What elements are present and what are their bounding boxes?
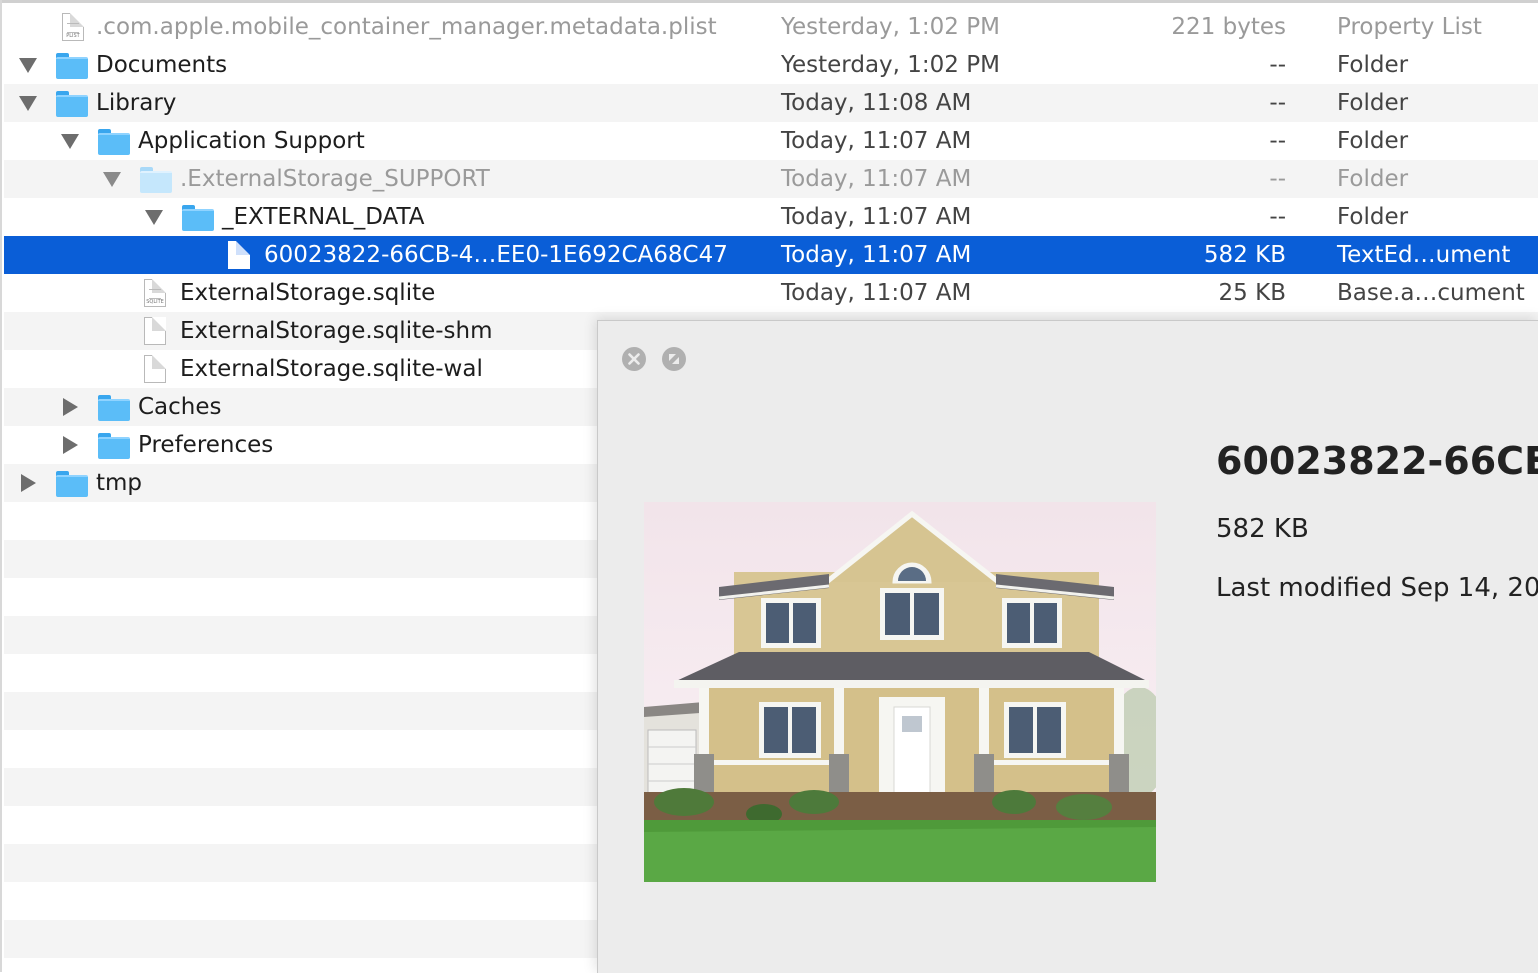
list-row-library[interactable]: Library Today, 11:08 AM -- Folder: [4, 84, 1538, 122]
date-modified: Today, 11:07 AM: [781, 204, 972, 230]
disclosure-triangle-collapsed[interactable]: [60, 388, 80, 426]
quick-look-panel: 60023822-66CE 582 KB Last modified Sep 1…: [597, 320, 1538, 973]
file-kind: Property List: [1337, 14, 1482, 40]
file-name: Library: [96, 90, 177, 116]
folder-icon: [56, 53, 88, 79]
disclosure-triangle-expanded[interactable]: [144, 198, 164, 236]
folder-icon: [98, 129, 130, 155]
date-modified: Today, 11:07 AM: [781, 128, 972, 154]
file-name: .ExternalStorage_SUPPORT: [180, 166, 490, 192]
document-icon: [144, 317, 166, 345]
file-size: --: [1269, 90, 1286, 116]
file-kind: TextEd…ument: [1337, 242, 1511, 268]
file-name: 60023822-66CB-4…EE0-1E692CA68C47: [264, 242, 728, 268]
file-kind: Folder: [1337, 52, 1409, 78]
list-row-selected-file[interactable]: 60023822-66CB-4…EE0-1E692CA68C47 Today, …: [4, 236, 1538, 274]
date-modified: Today, 11:07 AM: [781, 242, 972, 268]
file-name: _EXTERNAL_DATA: [222, 204, 425, 230]
file-name: Application Support: [138, 128, 365, 154]
file-size: --: [1269, 166, 1286, 192]
file-size: 25 KB: [1218, 280, 1286, 306]
fullscreen-icon[interactable]: [662, 347, 686, 371]
date-modified: Today, 11:07 AM: [781, 166, 972, 192]
folder-icon: [56, 91, 88, 117]
file-name: .com.apple.mobile_container_manager.meta…: [96, 14, 717, 40]
file-size: --: [1269, 52, 1286, 78]
preview-last-modified: Last modified Sep 14, 20: [1216, 573, 1538, 603]
list-top-border: [2, 0, 1538, 3]
file-name: ExternalStorage.sqlite: [180, 280, 436, 306]
sqlite-file-icon: SQLITE: [144, 279, 166, 307]
document-icon: [228, 241, 250, 269]
disclosure-triangle-collapsed[interactable]: [18, 464, 38, 502]
house-photo-preview: [644, 502, 1156, 882]
preview-file-size: 582 KB: [1216, 514, 1309, 544]
folder-icon: [98, 395, 130, 421]
list-row-documents[interactable]: Documents Yesterday, 1:02 PM -- Folder: [4, 46, 1538, 84]
file-kind: Folder: [1337, 204, 1409, 230]
date-modified: Today, 11:08 AM: [781, 90, 972, 116]
preview-file-title: 60023822-66CE: [1216, 439, 1538, 483]
file-name: Preferences: [138, 432, 274, 458]
list-row-externalstorage-support[interactable]: .ExternalStorage_SUPPORT Today, 11:07 AM…: [4, 160, 1538, 198]
file-size: 582 KB: [1203, 242, 1286, 268]
document-icon: [144, 355, 166, 383]
file-name: ExternalStorage.sqlite-shm: [180, 318, 493, 344]
folder-icon: [140, 167, 172, 193]
date-modified: Yesterday, 1:02 PM: [781, 52, 1000, 78]
file-size: --: [1269, 204, 1286, 230]
file-kind: Folder: [1337, 166, 1409, 192]
list-row-externalstorage-sqlite[interactable]: SQLITE ExternalStorage.sqlite Today, 11:…: [4, 274, 1538, 312]
file-name: Caches: [138, 394, 222, 420]
date-modified: Today, 11:07 AM: [781, 280, 972, 306]
file-kind: Folder: [1337, 128, 1409, 154]
date-modified: Yesterday, 1:02 PM: [781, 14, 1000, 40]
disclosure-triangle-collapsed[interactable]: [60, 426, 80, 464]
file-size: 221 bytes: [1171, 14, 1286, 40]
folder-icon: [98, 433, 130, 459]
file-kind: Folder: [1337, 90, 1409, 116]
file-name: ExternalStorage.sqlite-wal: [180, 356, 483, 382]
disclosure-triangle-expanded[interactable]: [102, 160, 122, 198]
disclosure-triangle-expanded[interactable]: [18, 46, 38, 84]
disclosure-triangle-expanded[interactable]: [18, 84, 38, 122]
list-row-plist[interactable]: PLIST .com.apple.mobile_container_manage…: [4, 8, 1538, 46]
file-name: tmp: [96, 470, 143, 496]
close-icon[interactable]: [622, 347, 646, 371]
file-name: Documents: [96, 52, 228, 78]
file-size: --: [1269, 128, 1286, 154]
list-row-application-support[interactable]: Application Support Today, 11:07 AM -- F…: [4, 122, 1538, 160]
plist-file-icon: PLIST: [62, 13, 84, 41]
file-kind: Base.a…cument: [1337, 280, 1525, 306]
list-row-external-data[interactable]: _EXTERNAL_DATA Today, 11:07 AM -- Folder: [4, 198, 1538, 236]
disclosure-triangle-expanded[interactable]: [60, 122, 80, 160]
folder-icon: [182, 205, 214, 231]
folder-icon: [56, 471, 88, 497]
